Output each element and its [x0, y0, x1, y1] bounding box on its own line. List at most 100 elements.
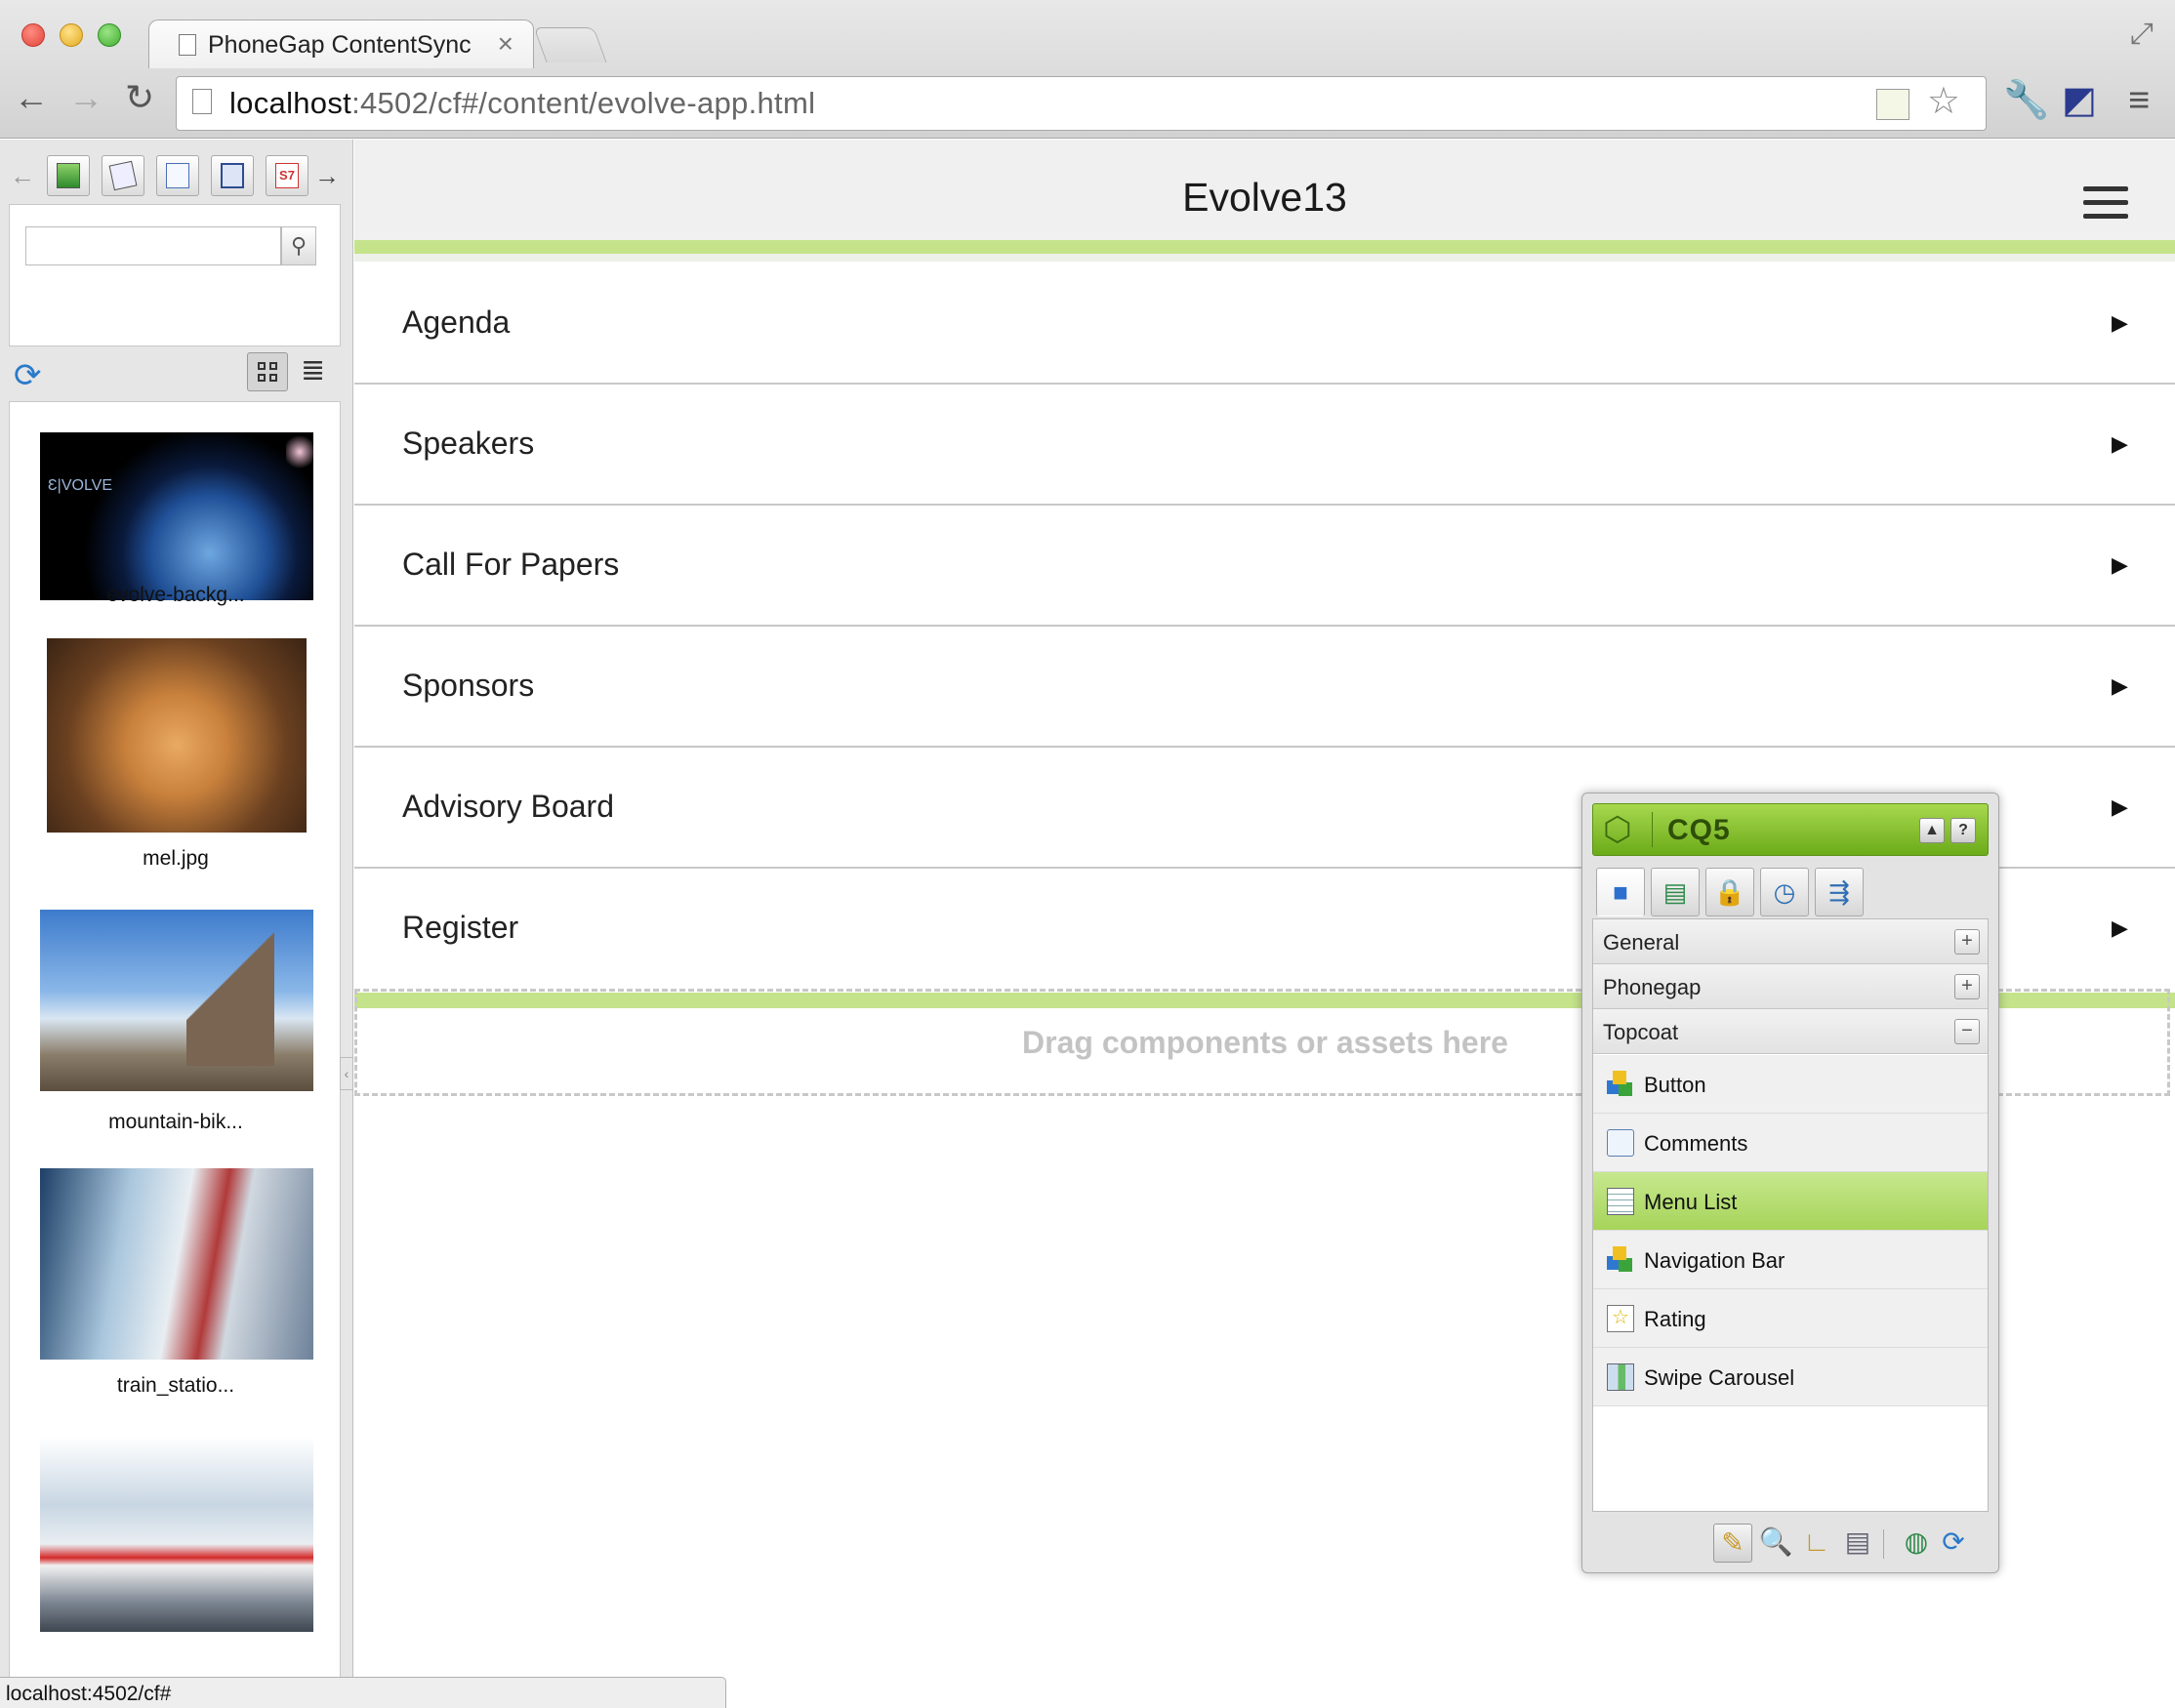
component-navigation-bar[interactable]: Navigation Bar [1593, 1231, 1988, 1289]
component-menu-list[interactable]: Menu List [1593, 1172, 1988, 1231]
group-label: General [1603, 930, 1680, 955]
pages-tab[interactable] [156, 155, 199, 196]
design-mode-icon[interactable]: ∟ [1797, 1524, 1836, 1563]
asset-thumbnail: Ɛ|VOLVE [40, 432, 313, 600]
asset-label: mel.jpg [143, 847, 209, 870]
asset-tabs: ← S7 → [0, 151, 353, 200]
information-tab[interactable]: 🔒 [1705, 868, 1754, 916]
help-button[interactable]: ? [1950, 818, 1976, 843]
preview-mode-icon[interactable]: 🔍 [1756, 1524, 1795, 1563]
menu-item-agenda[interactable]: Agenda ▶ [354, 264, 2175, 385]
feed-icon[interactable] [1876, 89, 1909, 120]
refresh-icon[interactable]: ⟳ [1934, 1524, 1973, 1563]
star-icon: ☆ [1607, 1305, 1634, 1332]
menu-item-call-for-papers[interactable]: Call For Papers ▶ [354, 506, 2175, 627]
url-text[interactable]: localhost:4502/cf#/content/evolve-app.ht… [229, 86, 815, 121]
components-list: General + Phonegap + Topcoat − Button Co… [1592, 918, 1989, 1512]
group-topcoat[interactable]: Topcoat − [1593, 1009, 1988, 1054]
menu-item-label: Call For Papers [402, 547, 620, 582]
page-title: Evolve13 [1182, 175, 1347, 220]
arrow-right-icon: ▶ [2112, 310, 2128, 335]
asset-label: mountain-bik... [108, 1111, 243, 1133]
movies-tab[interactable] [211, 155, 254, 196]
images-tab[interactable] [47, 155, 90, 196]
arrow-right-icon: ▶ [2112, 915, 2128, 940]
versioning-tab[interactable]: ◷ [1760, 868, 1809, 916]
edit-mode-icon[interactable]: ✎ [1713, 1524, 1752, 1563]
reload-icon[interactable]: ↻ [125, 80, 154, 115]
zoom-window-button[interactable] [98, 23, 121, 47]
menu-icon[interactable]: ≡ [2128, 82, 2150, 119]
component-label: Menu List [1644, 1190, 1738, 1214]
tab-close-icon[interactable]: × [498, 28, 513, 60]
expand-icon[interactable]: + [1954, 974, 1980, 999]
back-icon[interactable]: ← [14, 80, 49, 115]
scaffolding-icon[interactable]: ▤ [1838, 1524, 1877, 1563]
arrow-right-icon: ▶ [2112, 431, 2128, 456]
arrow-right-icon: ▶ [2112, 673, 2128, 698]
header-accent-bar [354, 240, 2175, 254]
website-admin-icon[interactable]: ◍ [1897, 1524, 1936, 1563]
new-tab-button[interactable] [533, 27, 607, 62]
extension-icon[interactable]: ◩ [2062, 82, 2097, 119]
group-phonegap[interactable]: Phonegap + [1593, 964, 1988, 1009]
hamburger-menu-icon[interactable] [2083, 186, 2128, 220]
group-label: Topcoat [1603, 1020, 1679, 1044]
forward-icon[interactable]: → [68, 80, 103, 115]
expand-icon[interactable]: + [1954, 929, 1980, 955]
grid-view-icon[interactable] [247, 352, 288, 391]
components-tab[interactable]: ■ [1596, 868, 1645, 916]
fullscreen-icon[interactable]: ⤢ [2130, 18, 2154, 51]
component-icon [1607, 1246, 1634, 1274]
tabs-scroll-left-icon[interactable]: ← [10, 161, 35, 191]
search-icon[interactable]: ⚲ [281, 226, 316, 265]
workflow-tab[interactable]: ⇶ [1815, 868, 1864, 916]
menu-item-speakers[interactable]: Speakers ▶ [354, 385, 2175, 506]
component-swipe-carousel[interactable]: Swipe Carousel [1593, 1348, 1988, 1406]
list-icon [1607, 1188, 1634, 1215]
arrow-right-icon: ▶ [2112, 552, 2128, 577]
wrench-icon[interactable]: 🔧 [2003, 82, 2049, 119]
sidekick-header[interactable]: ⬡ CQ5 ▲ ? [1592, 803, 1989, 856]
component-label: Comments [1644, 1131, 1748, 1156]
browser-chrome: PhoneGap ContentSync × ⤢ ← → ↻ localhost… [0, 0, 2175, 139]
sidekick-footer: ✎ 🔍 ∟ ▤ ◍ ⟳ [1592, 1516, 1989, 1566]
asset-thumbnail [47, 638, 307, 833]
collapse-panel-handle[interactable]: ‹ [340, 1057, 353, 1090]
search-area: ⚲ [9, 204, 341, 346]
tabs-scroll-right-icon[interactable]: → [314, 161, 340, 191]
close-window-button[interactable] [21, 23, 45, 47]
list-view-icon[interactable]: ≣ [301, 356, 325, 386]
component-button[interactable]: Button [1593, 1055, 1988, 1114]
status-bubble: localhost:4502/cf# [0, 1677, 726, 1708]
s7-tab[interactable]: S7 [266, 155, 308, 196]
carousel-icon [1607, 1363, 1634, 1391]
content-finder: ← S7 → ⚲ ⟳ ≣ Ɛ|VOLVE evolve-backg... mel… [0, 140, 353, 1682]
component-label: Swipe Carousel [1644, 1365, 1795, 1390]
menu-item-sponsors[interactable]: Sponsors ▶ [354, 627, 2175, 748]
menu-item-label: Speakers [402, 426, 535, 461]
collapse-sidekick-button[interactable]: ▲ [1919, 818, 1945, 843]
asset-thumbnail [40, 1437, 313, 1632]
address-bar[interactable]: localhost:4502/cf#/content/evolve-app.ht… [176, 76, 1987, 131]
page-tab[interactable]: ▤ [1651, 868, 1700, 916]
search-input[interactable] [25, 226, 281, 265]
cq5-sidekick[interactable]: ⬡ CQ5 ▲ ? ■ ▤ 🔒 ◷ ⇶ General + Phonegap +… [1581, 793, 1999, 1573]
component-rating[interactable]: ☆ Rating [1593, 1289, 1988, 1348]
header-divider [354, 254, 2175, 262]
component-comments[interactable]: Comments [1593, 1114, 1988, 1172]
menu-item-label: Advisory Board [402, 789, 614, 824]
asset-thumbnail [40, 910, 313, 1091]
collapse-icon[interactable]: − [1954, 1019, 1980, 1044]
browser-tab[interactable]: PhoneGap ContentSync × [148, 20, 534, 68]
status-text: localhost:4502/cf# [6, 1683, 172, 1705]
thumbnail-logo-text: Ɛ|VOLVE [48, 477, 112, 494]
comment-icon [1607, 1129, 1634, 1157]
minimize-window-button[interactable] [60, 23, 83, 47]
refresh-icon[interactable]: ⟳ [14, 356, 42, 395]
group-general[interactable]: General + [1593, 919, 1988, 964]
tab-title: PhoneGap ContentSync [208, 31, 472, 59]
group-label: Phonegap [1603, 975, 1702, 999]
bookmark-star-icon[interactable]: ☆ [1927, 79, 1960, 123]
documents-tab[interactable] [102, 155, 144, 196]
